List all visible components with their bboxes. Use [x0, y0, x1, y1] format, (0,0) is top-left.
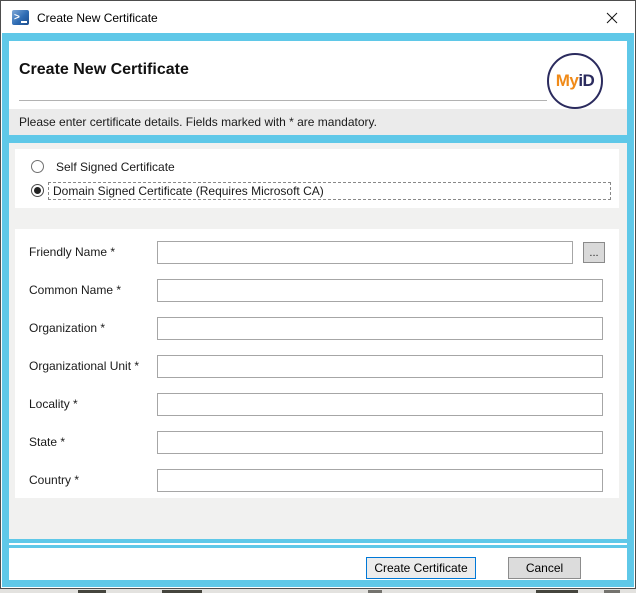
locality-input[interactable] — [157, 393, 603, 416]
window-title: Create New Certificate — [37, 11, 158, 25]
form-row-country: Country * — [15, 469, 619, 492]
common-name-label: Common Name * — [29, 279, 157, 302]
radio-row-domain-signed: Domain Signed Certificate (Requires Micr… — [15, 181, 619, 201]
certificate-details-panel: Friendly Name * ... Common Name * Organi… — [15, 229, 619, 498]
page-title: Create New Certificate — [19, 61, 189, 79]
background-window-strip — [0, 589, 636, 593]
country-label: Country * — [29, 469, 157, 492]
instruction-text: Please enter certificate details. Fields… — [19, 115, 377, 129]
create-certificate-button[interactable]: Create Certificate — [366, 557, 476, 579]
locality-label: Locality * — [29, 393, 157, 416]
browse-button[interactable]: ... — [583, 242, 605, 263]
common-name-input[interactable] — [157, 279, 603, 302]
create-new-certificate-dialog: > Create New Certificate Create New Cert… — [0, 0, 636, 589]
radio-button-domain-signed[interactable] — [31, 184, 44, 197]
dialog-header: Create New Certificate MyiD — [9, 41, 627, 109]
form-row-organization: Organization * — [15, 317, 619, 340]
friendly-name-input[interactable] — [157, 241, 573, 264]
organization-label: Organization * — [29, 317, 157, 340]
form-row-friendly-name: Friendly Name * ... — [15, 241, 619, 264]
state-label: State * — [29, 431, 157, 454]
organizational-unit-label: Organizational Unit * — [29, 355, 157, 378]
close-button[interactable] — [589, 2, 634, 33]
footer-divider-top — [9, 539, 627, 543]
frame-band-right — [627, 41, 634, 587]
organization-input[interactable] — [157, 317, 603, 340]
heading-underline — [19, 100, 547, 101]
header-divider — [9, 135, 627, 143]
cancel-button[interactable]: Cancel — [508, 557, 581, 579]
organizational-unit-input[interactable] — [157, 355, 603, 378]
radio-row-self-signed: Self Signed Certificate — [15, 157, 619, 177]
form-row-locality: Locality * — [15, 393, 619, 416]
certificate-type-panel: Self Signed Certificate Domain Signed Ce… — [15, 149, 619, 208]
state-input[interactable] — [157, 431, 603, 454]
form-row-common-name: Common Name * — [15, 279, 619, 302]
button-bar: Create Certificate Cancel — [9, 548, 627, 580]
radio-label-domain-signed[interactable]: Domain Signed Certificate (Requires Micr… — [48, 182, 611, 200]
radio-button-self-signed[interactable] — [31, 160, 44, 173]
close-icon — [606, 12, 618, 24]
powershell-icon: > — [12, 10, 29, 25]
friendly-name-label: Friendly Name * — [29, 241, 157, 264]
frame-band-top — [2, 33, 634, 41]
title-bar: > Create New Certificate — [2, 2, 634, 33]
myid-logo: MyiD — [547, 53, 603, 109]
form-row-state: State * — [15, 431, 619, 454]
radio-label-self-signed[interactable]: Self Signed Certificate — [52, 158, 179, 176]
dialog-body: Self Signed Certificate Domain Signed Ce… — [9, 143, 627, 539]
instruction-bar: Please enter certificate details. Fields… — [9, 109, 627, 135]
form-row-organizational-unit: Organizational Unit * — [15, 355, 619, 378]
frame-band-left — [2, 41, 9, 587]
country-input[interactable] — [157, 469, 603, 492]
